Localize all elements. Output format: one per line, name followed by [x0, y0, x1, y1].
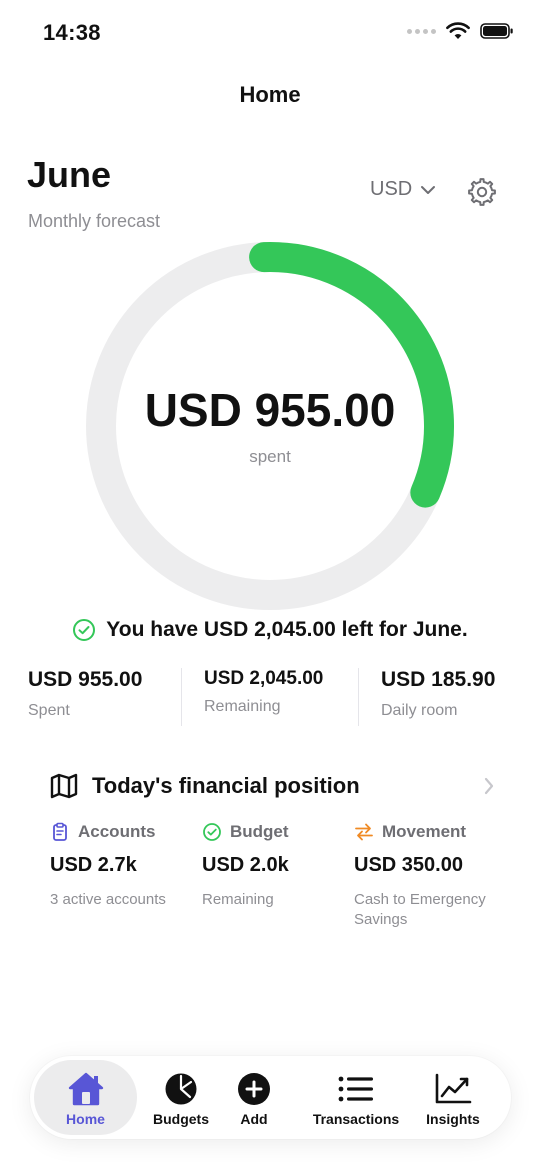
fp-accounts[interactable]: Accounts USD 2.7k 3 active accounts	[50, 822, 190, 910]
status-icons	[407, 22, 514, 40]
chevron-down-icon	[421, 185, 436, 194]
list-icon	[338, 1076, 373, 1102]
transfer-arrows-icon	[355, 823, 373, 841]
month-subtitle: Monthly forecast	[28, 211, 161, 231]
spent-caption: spent	[249, 447, 291, 466]
tab-bar: Home Budgets Add Transactions Insights	[30, 1056, 511, 1139]
cellular-signal-icon	[407, 28, 436, 34]
stat-remaining: USD 2,045.00 Remaining	[204, 668, 323, 716]
tab-transactions[interactable]: Transactions	[306, 1060, 406, 1135]
status-bar: 14:38	[0, 0, 540, 70]
house-icon	[68, 1072, 103, 1106]
tab-label: Budgets	[153, 1111, 209, 1127]
clipboard-icon	[53, 822, 67, 841]
status-time: 14:38	[43, 20, 101, 45]
stat-label: Remaining	[204, 698, 281, 715]
month-title: June	[27, 154, 112, 195]
battery-icon	[480, 23, 513, 39]
plus-circle-icon	[238, 1073, 270, 1105]
fp-col-sub: Cash to Emergency Savings	[354, 891, 486, 928]
spent-amount: USD 955.00	[144, 384, 396, 436]
fp-col-sub: Remaining	[202, 891, 274, 908]
stat-value: USD 2,045.00	[204, 668, 324, 689]
page-title: Home	[239, 82, 301, 107]
fp-col-label: Movement	[382, 822, 467, 841]
stat-spent: USD 955.00 Spent	[28, 668, 142, 720]
fp-movement[interactable]: Movement USD 350.00 Cash to Emergency Sa…	[354, 822, 514, 930]
fp-budget[interactable]: Budget USD 2.0k Remaining	[202, 822, 342, 910]
tab-label: Insights	[426, 1111, 480, 1127]
financial-position-header[interactable]: Today's financial position	[50, 770, 495, 802]
stat-divider	[181, 668, 182, 726]
stat-value: USD 955.00	[28, 668, 143, 691]
tab-label: Home	[66, 1111, 105, 1127]
check-circle-icon	[73, 619, 96, 641]
chevron-right-icon	[484, 777, 494, 795]
fp-col-sub: 3 active accounts	[50, 891, 166, 908]
stat-daily-room: USD 185.90 Daily room	[381, 668, 495, 720]
fp-col-value: USD 2.7k	[50, 854, 137, 876]
fp-col-head: Movement	[354, 822, 514, 842]
tab-home[interactable]: Home	[34, 1060, 137, 1135]
tab-insights[interactable]: Insights	[418, 1060, 488, 1135]
map-icon	[50, 773, 78, 799]
trend-chart-icon	[435, 1073, 472, 1104]
gear-icon	[468, 178, 496, 206]
fp-col-head: Accounts	[50, 822, 190, 842]
stats-row: USD 955.00 Spent USD 2,045.00 Remaining …	[0, 668, 540, 728]
stat-value: USD 185.90	[381, 668, 496, 691]
stat-label: Spent	[28, 702, 70, 719]
stat-divider	[358, 668, 359, 726]
fp-col-head: Budget	[202, 822, 342, 842]
settings-button[interactable]	[466, 176, 498, 208]
fp-col-label: Budget	[230, 822, 289, 841]
fp-col-value: USD 2.0k	[202, 854, 289, 876]
forecast-summary-text: You have USD 2,045.00 left for June.	[106, 618, 468, 641]
currency-select-value: USD	[370, 178, 413, 200]
financial-position-title: Today's financial position	[92, 773, 360, 798]
pie-chart-icon	[165, 1073, 197, 1105]
check-circle-icon	[203, 823, 221, 841]
tab-label: Add	[240, 1111, 268, 1127]
tab-budgets[interactable]: Budgets	[140, 1060, 222, 1135]
forecast-ring: USD 955.00 spent	[84, 240, 456, 612]
currency-select[interactable]: USD	[370, 178, 436, 201]
tab-label: Transactions	[312, 1111, 400, 1127]
tab-add[interactable]: Add	[226, 1060, 282, 1135]
fp-col-label: Accounts	[78, 822, 156, 841]
fp-col-value: USD 350.00	[354, 854, 463, 876]
stat-label: Daily room	[381, 702, 458, 719]
forecast-summary: You have USD 2,045.00 left for June.	[0, 618, 540, 642]
wifi-icon	[446, 22, 470, 39]
